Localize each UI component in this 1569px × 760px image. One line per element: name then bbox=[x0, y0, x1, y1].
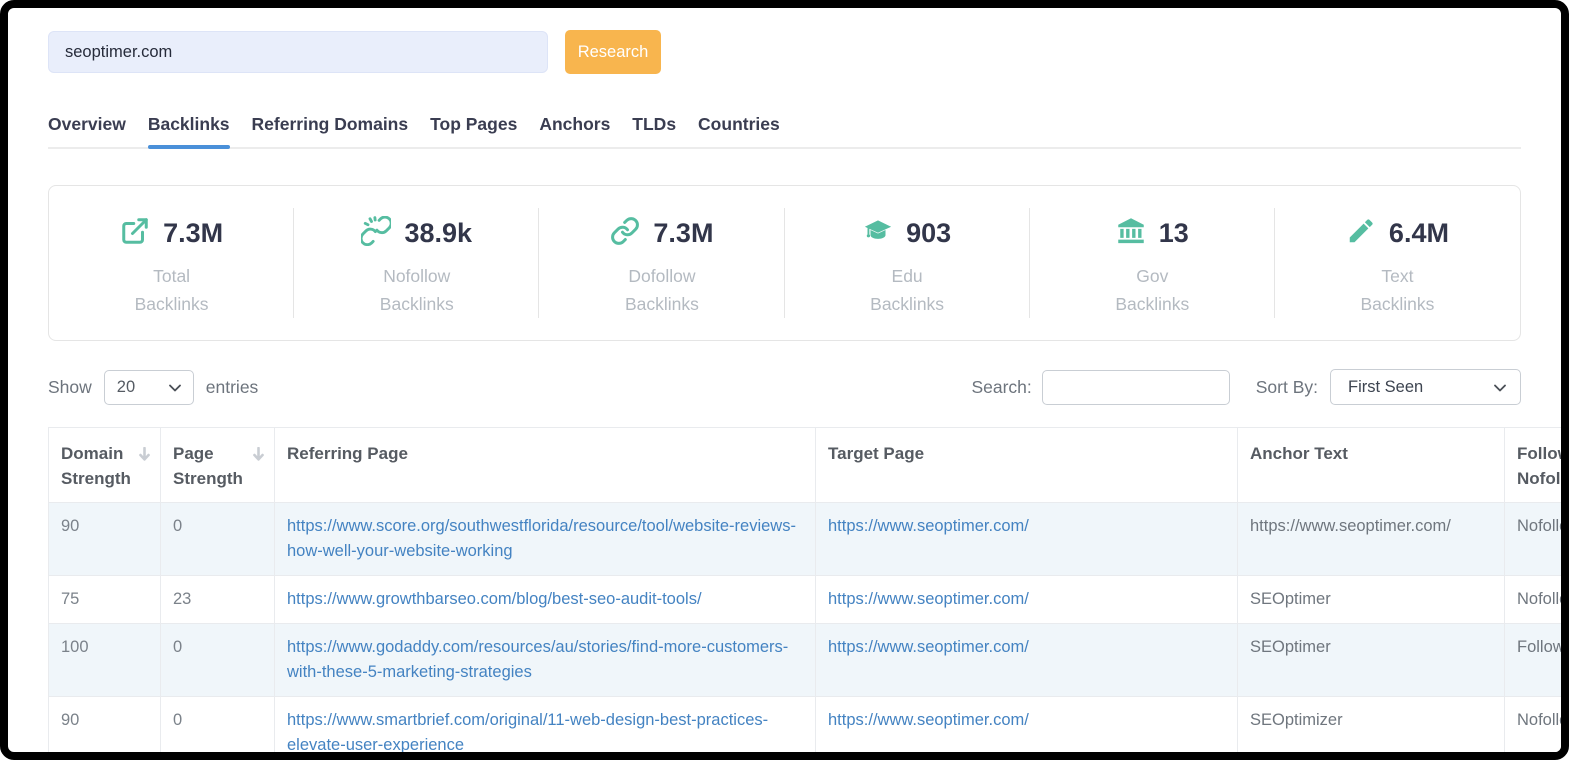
column-header-target-page[interactable]: Target Page bbox=[816, 428, 1238, 503]
research-button[interactable]: Research bbox=[565, 30, 661, 74]
table-row: 75 23 https://www.growthbarseo.com/blog/… bbox=[49, 576, 1562, 624]
stat-label: EduBacklinks bbox=[785, 262, 1030, 318]
column-header-domain-strength[interactable]: Domain Strength bbox=[49, 428, 161, 503]
domain-input[interactable] bbox=[48, 31, 548, 73]
tab-bar: Overview Backlinks Referring Domains Top… bbox=[48, 114, 1521, 149]
external-link-icon bbox=[120, 216, 150, 251]
target-page-cell: https://www.seoptimer.com/ bbox=[816, 576, 1238, 624]
stat-label: TextBacklinks bbox=[1275, 262, 1520, 318]
stat-label: DofollowBacklinks bbox=[539, 262, 784, 318]
referring-page-link[interactable]: https://www.godaddy.com/resources/au/sto… bbox=[287, 638, 788, 681]
page-strength-cell: 0 bbox=[161, 624, 275, 697]
anchor-text-cell: SEOptimer bbox=[1238, 576, 1505, 624]
tab-tlds[interactable]: TLDs bbox=[632, 114, 676, 147]
target-page-cell: https://www.seoptimer.com/ bbox=[816, 697, 1238, 760]
tab-anchors[interactable]: Anchors bbox=[539, 114, 610, 147]
column-header-referring-page[interactable]: Referring Page bbox=[275, 428, 816, 503]
tab-referring-domains[interactable]: Referring Domains bbox=[252, 114, 409, 147]
stat-label: NofollowBacklinks bbox=[294, 262, 539, 318]
chevron-down-icon bbox=[161, 378, 181, 397]
sort-desc-icon[interactable] bbox=[138, 444, 151, 459]
tab-countries[interactable]: Countries bbox=[698, 114, 780, 147]
table-row: 90 0 https://www.score.org/southwestflor… bbox=[49, 503, 1562, 576]
unlink-icon bbox=[361, 216, 391, 251]
domain-search-bar: Research bbox=[48, 30, 1521, 74]
backlinks-table-wrap: Domain Strength Page Strength Referring … bbox=[48, 427, 1561, 760]
table-search-input[interactable] bbox=[1042, 370, 1230, 405]
stat-gov-backlinks: 13 GovBacklinks bbox=[1030, 186, 1275, 340]
link-icon bbox=[610, 216, 640, 251]
stat-value: 13 bbox=[1159, 218, 1189, 249]
stat-total-backlinks: 7.3M TotalBacklinks bbox=[49, 186, 294, 340]
graduation-cap-icon bbox=[863, 216, 893, 251]
backlinks-table: Domain Strength Page Strength Referring … bbox=[48, 427, 1561, 760]
chevron-down-icon bbox=[1486, 378, 1506, 397]
domain-strength-cell: 90 bbox=[49, 697, 161, 760]
domain-strength-cell: 100 bbox=[49, 624, 161, 697]
referring-page-cell: https://www.score.org/southwestflorida/r… bbox=[275, 503, 816, 576]
anchor-text-cell: SEOptimizer bbox=[1238, 697, 1505, 760]
domain-strength-cell: 75 bbox=[49, 576, 161, 624]
stat-text-backlinks: 6.4M TextBacklinks bbox=[1275, 186, 1520, 340]
column-header-follow-nofollow[interactable]: Follow Nofollow bbox=[1505, 428, 1562, 503]
follow-cell: Nofollow bbox=[1505, 503, 1562, 576]
page-strength-cell: 0 bbox=[161, 697, 275, 760]
stat-value: 7.3M bbox=[163, 218, 223, 249]
anchor-text-cell: SEOptimer bbox=[1238, 624, 1505, 697]
stat-value: 903 bbox=[906, 218, 951, 249]
tab-top-pages[interactable]: Top Pages bbox=[430, 114, 517, 147]
follow-cell: Nofollow bbox=[1505, 576, 1562, 624]
domain-strength-cell: 90 bbox=[49, 503, 161, 576]
table-row: 100 0 https://www.godaddy.com/resources/… bbox=[49, 624, 1562, 697]
table-row: 90 0 https://www.smartbrief.com/original… bbox=[49, 697, 1562, 760]
search-label: Search: bbox=[971, 377, 1031, 398]
bank-icon bbox=[1116, 216, 1146, 251]
referring-page-cell: https://www.godaddy.com/resources/au/sto… bbox=[275, 624, 816, 697]
stat-nofollow-backlinks: 38.9k NofollowBacklinks bbox=[294, 186, 539, 340]
sort-by-label: Sort By: bbox=[1256, 377, 1318, 398]
app-window: Research Overview Backlinks Referring Do… bbox=[0, 0, 1569, 760]
follow-cell: Nofollow bbox=[1505, 697, 1562, 760]
follow-cell: Follow bbox=[1505, 624, 1562, 697]
page-strength-cell: 0 bbox=[161, 503, 275, 576]
stat-value: 38.9k bbox=[404, 218, 472, 249]
target-page-cell: https://www.seoptimer.com/ bbox=[816, 624, 1238, 697]
referring-page-cell: https://www.smartbrief.com/original/11-w… bbox=[275, 697, 816, 760]
table-controls: Show 20 entries Search: Sort By: First S… bbox=[48, 369, 1521, 405]
stat-dofollow-backlinks: 7.3M DofollowBacklinks bbox=[539, 186, 784, 340]
referring-page-link[interactable]: https://www.growthbarseo.com/blog/best-s… bbox=[287, 590, 702, 608]
show-label: Show bbox=[48, 377, 92, 398]
sort-by-select[interactable]: First Seen bbox=[1330, 369, 1521, 405]
backlink-stats-card: 7.3M TotalBacklinks bbox=[48, 185, 1521, 341]
stat-value: 6.4M bbox=[1389, 218, 1449, 249]
target-page-cell: https://www.seoptimer.com/ bbox=[816, 503, 1238, 576]
stat-edu-backlinks: 903 EduBacklinks bbox=[785, 186, 1030, 340]
page-strength-cell: 23 bbox=[161, 576, 275, 624]
entries-label: entries bbox=[206, 377, 259, 398]
stat-label: GovBacklinks bbox=[1030, 262, 1275, 318]
stat-label: TotalBacklinks bbox=[49, 262, 294, 318]
target-page-link[interactable]: https://www.seoptimer.com/ bbox=[828, 590, 1029, 608]
sort-desc-icon[interactable] bbox=[252, 444, 265, 459]
entries-select[interactable]: 20 bbox=[104, 370, 194, 405]
column-header-page-strength[interactable]: Page Strength bbox=[161, 428, 275, 503]
target-page-link[interactable]: https://www.seoptimer.com/ bbox=[828, 638, 1029, 656]
table-header-row: Domain Strength Page Strength Referring … bbox=[49, 428, 1562, 503]
tab-backlinks[interactable]: Backlinks bbox=[148, 114, 230, 147]
target-page-link[interactable]: https://www.seoptimer.com/ bbox=[828, 711, 1029, 729]
target-page-link[interactable]: https://www.seoptimer.com/ bbox=[828, 517, 1029, 535]
referring-page-cell: https://www.growthbarseo.com/blog/best-s… bbox=[275, 576, 816, 624]
referring-page-link[interactable]: https://www.smartbrief.com/original/11-w… bbox=[287, 711, 768, 754]
pencil-icon bbox=[1346, 216, 1376, 251]
column-header-anchor-text[interactable]: Anchor Text bbox=[1238, 428, 1505, 503]
anchor-text-cell: https://www.seoptimer.com/ bbox=[1238, 503, 1505, 576]
tab-overview[interactable]: Overview bbox=[48, 114, 126, 147]
stat-value: 7.3M bbox=[653, 218, 713, 249]
referring-page-link[interactable]: https://www.score.org/southwestflorida/r… bbox=[287, 517, 796, 560]
